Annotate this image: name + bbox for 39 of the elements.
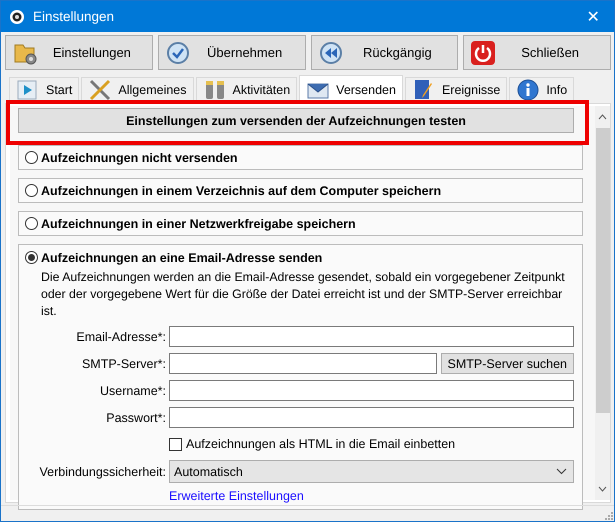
field-label: Verbindungssicherheit: [38,464,166,478]
input-field[interactable] [169,407,574,428]
info-icon [516,78,540,102]
checkbox[interactable] [169,438,182,450]
field-label: Email-Adresse*: [75,330,166,344]
input-field[interactable] [169,380,574,401]
radio-button[interactable] [25,251,38,264]
resize-grip-icon[interactable] [604,511,614,521]
toolbar-button[interactable]: Übernehmen [158,35,306,70]
power-icon [470,40,496,66]
field-label: Username*: [99,384,166,398]
radio-button[interactable] [25,184,38,197]
field-label: Passwort*: [105,410,166,424]
tools-icon [88,78,112,102]
radio-label[interactable]: Aufzeichnungen an eine Email-Adresse senden [41,250,322,264]
input-field[interactable] [169,353,437,374]
toolbar-button[interactable]: Schließen [463,35,611,70]
radio-button[interactable] [25,217,38,230]
advanced-settings-link[interactable]: Erweiterte Einstellungen [169,489,574,503]
toolbar-button[interactable]: Rückgängig [310,35,458,70]
radio-label[interactable]: Aufzeichnungen in einer Netzwerkfreigabe speichern [41,216,356,230]
input-field[interactable] [169,326,574,347]
description-text: Die Aufzeichnungen werden an die Email-Adresse gesendet, sobald ein vorgegebener Zeitpunkt oder der vorgegebene Wert für die Größe der Datei erreicht ist und der SMTP-Server erreichbar ist. [41,269,566,320]
rewind-icon [318,40,344,66]
window-title: Einstellungen [33,9,116,24]
search-server-button[interactable]: SMTP-Server suchen [440,353,574,374]
radio-label[interactable]: Aufzeichnungen in einem Verzeichnis auf dem Computer speichern [41,184,442,198]
checkbox-label[interactable]: Aufzeichnungen als HTML in die Email einbetten [186,437,456,451]
scrollbar-thumb[interactable] [596,128,610,413]
radio-label[interactable]: Aufzeichnungen nicht versenden [41,150,238,164]
security-dropdown[interactable]: Automatisch [169,460,574,483]
toolbar-button[interactable]: Einstellungen [5,35,153,70]
app-icon [9,8,25,24]
close-button[interactable]: ✕ [578,2,608,32]
radio-button[interactable] [25,151,38,164]
field-label: SMTP-Server*: [80,356,166,370]
chevron-down-icon [556,468,567,475]
checkmark-icon [164,40,191,66]
test-settings-button[interactable]: Einstellungen zum versenden der Aufzeichnungen testen [18,108,574,133]
